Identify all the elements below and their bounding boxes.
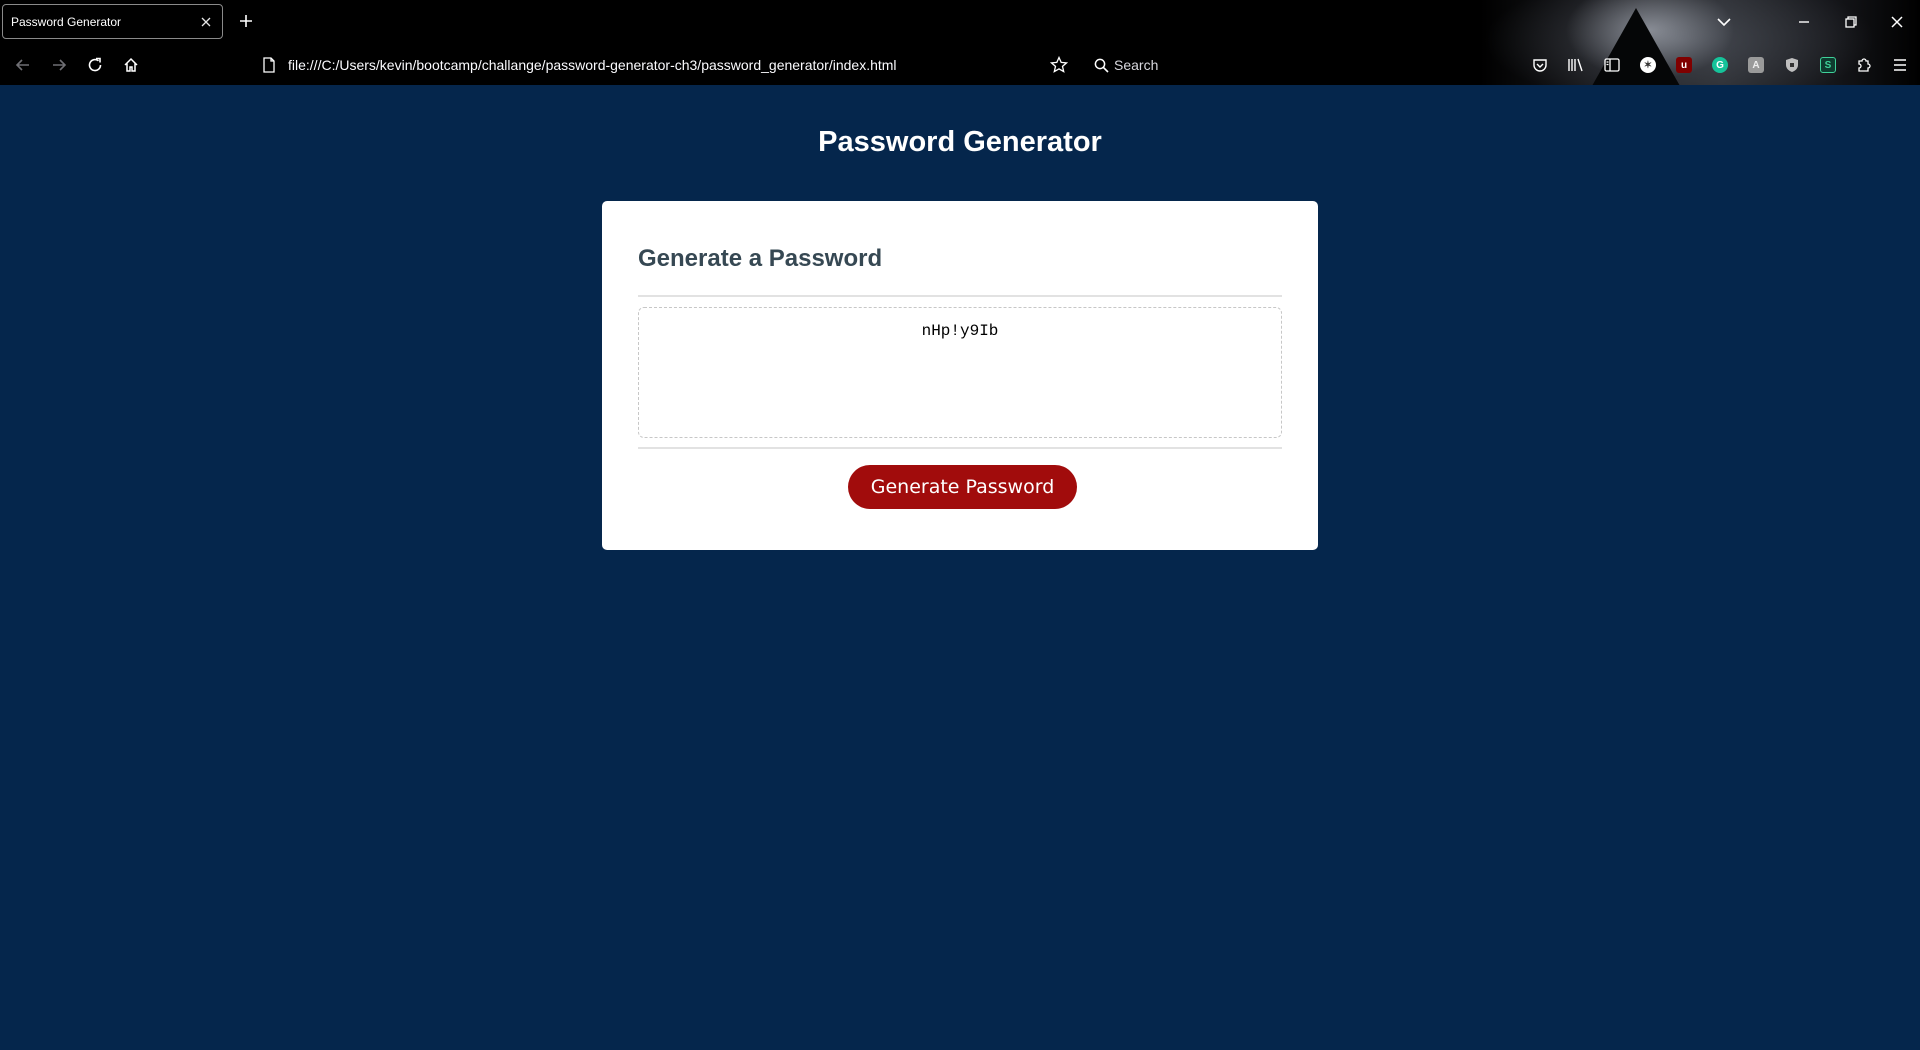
extension-icon: ✶ [1640, 57, 1656, 73]
url-text[interactable]: file:///C:/Users/kevin/bootcamp/challang… [288, 57, 897, 73]
password-output[interactable]: nHp!y9Ib [638, 307, 1282, 438]
minimize-button[interactable] [1789, 8, 1819, 36]
sidebar-button[interactable] [1594, 50, 1630, 80]
menu-icon [1894, 59, 1906, 71]
pocket-button[interactable] [1522, 50, 1558, 80]
page-title: Password Generator [818, 126, 1102, 158]
forward-button[interactable] [46, 52, 72, 78]
list-all-tabs-button[interactable] [1712, 10, 1736, 34]
close-window-button[interactable] [1882, 8, 1912, 36]
browser-chrome: Password Generator file:///C:/Users/kevi… [0, 0, 1920, 85]
generate-password-button[interactable]: Generate Password [848, 465, 1077, 509]
close-icon [1891, 16, 1903, 28]
puzzle-icon [1858, 58, 1871, 72]
extension-button[interactable]: S [1810, 50, 1846, 80]
privacy-button[interactable] [1774, 50, 1810, 80]
toolbar-icons: ✶ u G A S [1522, 50, 1918, 80]
new-tab-button[interactable] [234, 10, 258, 34]
restore-icon [1845, 16, 1857, 28]
library-button[interactable] [1558, 50, 1594, 80]
shield-icon [1786, 58, 1798, 72]
library-icon [1568, 58, 1583, 72]
search-bar[interactable] [1090, 50, 1290, 80]
tab-title: Password Generator [11, 14, 122, 29]
header-divider [638, 295, 1282, 297]
footer-divider [638, 447, 1282, 449]
grammarly-button[interactable]: G [1702, 50, 1738, 80]
search-input[interactable] [1114, 57, 1274, 73]
arrow-left-icon [15, 59, 29, 71]
url-bar[interactable]: file:///C:/Users/kevin/bootcamp/challang… [252, 50, 1072, 80]
tab-bar: Password Generator [0, 0, 1920, 44]
card-header: Generate a Password [638, 245, 883, 272]
extensions-button[interactable] [1846, 50, 1882, 80]
navigation-bar: file:///C:/Users/kevin/bootcamp/challang… [0, 44, 1920, 85]
sidebar-icon [1604, 58, 1620, 72]
bookmark-button[interactable] [1046, 52, 1072, 78]
extension-icon: S [1820, 57, 1836, 73]
search-icon [1090, 54, 1112, 76]
ublock-icon: u [1676, 57, 1692, 73]
close-icon[interactable] [198, 14, 214, 30]
home-button[interactable] [118, 52, 144, 78]
star-icon [1050, 56, 1068, 73]
extension-button[interactable]: A [1738, 50, 1774, 80]
reload-button[interactable] [82, 52, 108, 78]
extension-icon: A [1748, 57, 1764, 73]
minimize-icon [1799, 21, 1809, 23]
pocket-icon [1533, 59, 1547, 72]
extension-button[interactable]: ✶ [1630, 50, 1666, 80]
password-card: Generate a Password nHp!y9Ib Generate Pa… [602, 201, 1318, 550]
page-icon [258, 54, 280, 76]
reload-icon [88, 57, 102, 72]
home-icon [124, 57, 138, 72]
app-menu-button[interactable] [1882, 50, 1918, 80]
arrow-right-icon [53, 59, 67, 71]
tab-password-generator[interactable]: Password Generator [2, 4, 223, 39]
plus-icon [240, 15, 252, 27]
back-button[interactable] [10, 52, 36, 78]
restore-button[interactable] [1836, 8, 1866, 36]
ublock-button[interactable]: u [1666, 50, 1702, 80]
grammarly-icon: G [1712, 57, 1728, 73]
chevron-down-icon [1717, 18, 1731, 27]
